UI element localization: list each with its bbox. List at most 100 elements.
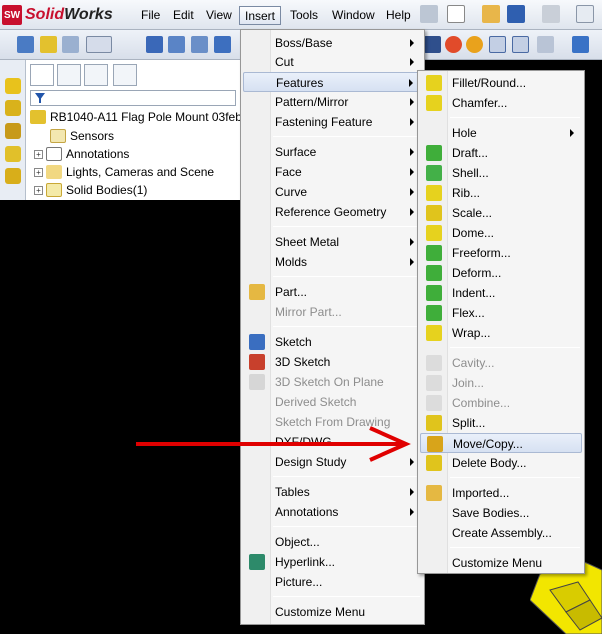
insert-item-3d-sketch[interactable]: 3D Sketch bbox=[243, 352, 422, 372]
menu-window[interactable]: Window bbox=[327, 6, 380, 25]
sketch-icon bbox=[249, 334, 265, 350]
features-item-create-assembly[interactable]: Create Assembly... bbox=[420, 523, 582, 543]
features-item-label: Rib... bbox=[452, 186, 481, 200]
save-icon[interactable] bbox=[507, 5, 525, 23]
new-document-icon[interactable] bbox=[447, 5, 465, 23]
select-tool-icon[interactable] bbox=[86, 36, 112, 53]
hyperlink-icon bbox=[249, 554, 265, 570]
open-folder-icon[interactable] bbox=[482, 5, 500, 23]
tree-item-sensors[interactable]: Sensors bbox=[50, 127, 114, 145]
features-item-chamfer[interactable]: Chamfer... bbox=[420, 93, 582, 113]
insert-item-annotations[interactable]: Annotations bbox=[243, 502, 422, 522]
features-item-draft[interactable]: Draft... bbox=[420, 143, 582, 163]
expand-icon[interactable]: + bbox=[34, 185, 43, 195]
features-item-flex[interactable]: Flex... bbox=[420, 303, 582, 323]
insert-item-object[interactable]: Object... bbox=[243, 532, 422, 552]
features-item-rib[interactable]: Rib... bbox=[420, 183, 582, 203]
features-item-freeform[interactable]: Freeform... bbox=[420, 243, 582, 263]
solidworks-logo[interactable]: SW SolidWorks bbox=[2, 4, 113, 26]
features-item-fillet-round[interactable]: Fillet/Round... bbox=[420, 73, 582, 93]
sweep-icon[interactable] bbox=[5, 123, 21, 139]
pan-icon[interactable] bbox=[214, 36, 231, 53]
rotate-view-icon[interactable] bbox=[146, 36, 163, 53]
logo-text: SolidWorks bbox=[25, 6, 113, 24]
fillet-strip-icon[interactable] bbox=[5, 168, 21, 184]
tab-configuration-manager[interactable] bbox=[84, 64, 108, 86]
view-orientation-icon[interactable] bbox=[489, 36, 506, 53]
tab-dimxpert[interactable] bbox=[113, 64, 137, 86]
insert-item-tables[interactable]: Tables bbox=[243, 482, 422, 502]
undo-icon[interactable] bbox=[542, 5, 560, 23]
tree-item-label: Annotations bbox=[66, 147, 130, 161]
select-pointer-icon[interactable] bbox=[576, 5, 594, 23]
menu-help[interactable]: Help bbox=[381, 6, 416, 25]
features-item-scale[interactable]: Scale... bbox=[420, 203, 582, 223]
zoom-fit-icon[interactable] bbox=[168, 36, 185, 53]
insert-item-boss-base[interactable]: Boss/Base bbox=[243, 33, 422, 53]
menu-tools[interactable]: Tools bbox=[285, 6, 323, 25]
insert-item-picture[interactable]: Picture... bbox=[243, 572, 422, 592]
section-view-icon[interactable] bbox=[424, 36, 441, 53]
menu-edit[interactable]: Edit bbox=[168, 6, 199, 25]
insert-item-molds[interactable]: Molds bbox=[243, 252, 422, 272]
menu-view[interactable]: View bbox=[201, 6, 237, 25]
part-view-icon[interactable] bbox=[40, 36, 57, 53]
rib-icon bbox=[426, 185, 442, 201]
insert-item-part[interactable]: Part... bbox=[243, 282, 422, 302]
tab-feature-tree[interactable] bbox=[30, 64, 54, 86]
insert-item-features[interactable]: Features bbox=[243, 72, 422, 92]
loft-icon[interactable] bbox=[5, 146, 21, 162]
tree-root[interactable]: RB1040-A11 Flag Pole Mount 03feb2 bbox=[30, 108, 249, 126]
features-item-shell[interactable]: Shell... bbox=[420, 163, 582, 183]
features-item-move-copy[interactable]: Move/Copy... bbox=[420, 433, 582, 453]
insert-item-face[interactable]: Face bbox=[243, 162, 422, 182]
tree-item-solid-bodies[interactable]: + Solid Bodies(1) bbox=[34, 181, 147, 199]
features-item-customize-menu[interactable]: Customize Menu bbox=[420, 553, 582, 573]
tree-item-lights[interactable]: + Lights, Cameras and Scene bbox=[34, 163, 214, 181]
insert-item-surface[interactable]: Surface bbox=[243, 142, 422, 162]
expand-icon[interactable]: + bbox=[34, 167, 43, 177]
revolve-icon[interactable] bbox=[5, 100, 21, 116]
features-item-wrap[interactable]: Wrap... bbox=[420, 323, 582, 343]
appearance-icon[interactable] bbox=[445, 36, 462, 53]
tree-filter-input[interactable] bbox=[30, 90, 236, 106]
tree-item-annotations[interactable]: + Annotations bbox=[34, 145, 129, 163]
hide-show-icon[interactable] bbox=[537, 36, 554, 53]
submenu-arrow-icon bbox=[570, 129, 574, 137]
features-item-deform[interactable]: Deform... bbox=[420, 263, 582, 283]
extrude-icon[interactable] bbox=[5, 78, 21, 94]
insert-item-cut[interactable]: Cut bbox=[243, 52, 422, 72]
3d-box-icon[interactable] bbox=[572, 36, 589, 53]
pin-icon[interactable] bbox=[420, 5, 438, 23]
features-item-delete-body[interactable]: Delete Body... bbox=[420, 453, 582, 473]
tab-property-manager[interactable] bbox=[57, 64, 81, 86]
insert-item-reference-geometry[interactable]: Reference Geometry bbox=[243, 202, 422, 222]
features-item-label: Freeform... bbox=[452, 246, 511, 260]
expand-icon[interactable]: + bbox=[34, 149, 43, 159]
menu-file[interactable]: File bbox=[136, 6, 165, 25]
featuremanager-icon[interactable] bbox=[17, 36, 34, 53]
features-item-dome[interactable]: Dome... bbox=[420, 223, 582, 243]
insert-item-pattern-mirror[interactable]: Pattern/Mirror bbox=[243, 92, 422, 112]
insert-item-label: Surface bbox=[275, 145, 317, 159]
menu-separator bbox=[273, 476, 420, 477]
features-item-hole[interactable]: Hole bbox=[420, 123, 582, 143]
zoom-in-icon[interactable] bbox=[191, 36, 208, 53]
scene-icon[interactable] bbox=[466, 36, 483, 53]
insert-item-fastening-feature[interactable]: Fastening Feature bbox=[243, 112, 422, 132]
menu-insert[interactable]: Insert bbox=[239, 6, 282, 25]
insert-item-curve[interactable]: Curve bbox=[243, 182, 422, 202]
insert-item-sheet-metal[interactable]: Sheet Metal bbox=[243, 232, 422, 252]
features-item-indent[interactable]: Indent... bbox=[420, 283, 582, 303]
insert-item-label: Sheet Metal bbox=[275, 235, 340, 249]
zoom-window-icon[interactable] bbox=[62, 36, 79, 53]
features-item-label: Scale... bbox=[452, 206, 493, 220]
features-item-save-bodies[interactable]: Save Bodies... bbox=[420, 503, 582, 523]
insert-item-sketch[interactable]: Sketch bbox=[243, 332, 422, 352]
display-style-icon[interactable] bbox=[512, 36, 529, 53]
features-item-imported[interactable]: Imported... bbox=[420, 483, 582, 503]
features-item-split[interactable]: Split... bbox=[420, 413, 582, 433]
lights-icon bbox=[46, 165, 62, 179]
insert-item-customize-menu[interactable]: Customize Menu bbox=[243, 602, 422, 622]
insert-item-hyperlink[interactable]: Hyperlink... bbox=[243, 552, 422, 572]
